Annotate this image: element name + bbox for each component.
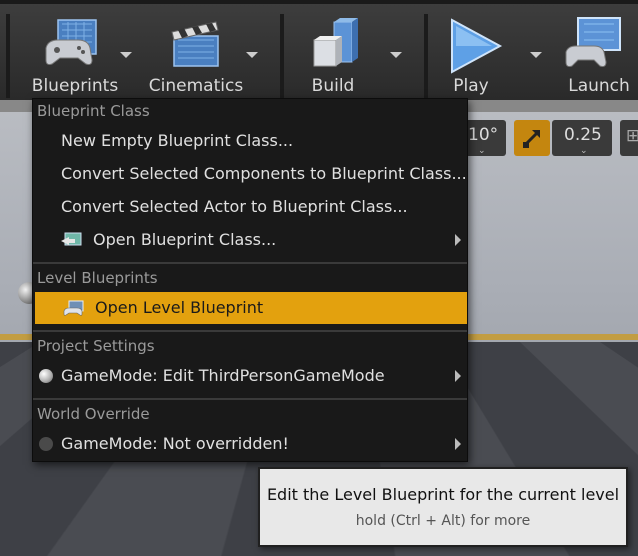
cinematics-button[interactable]: Cinematics bbox=[146, 4, 274, 102]
scale-arrow-icon bbox=[523, 130, 540, 148]
menu-item-label: Convert Selected Actor to Blueprint Clas… bbox=[61, 197, 408, 216]
menu-item-label: GameMode: Edit ThirdPersonGameMode bbox=[61, 366, 385, 385]
menu-item-label: GameMode: Not overridden! bbox=[61, 434, 289, 453]
level-blueprint-icon bbox=[63, 300, 84, 316]
build-button[interactable]: Build bbox=[290, 4, 420, 102]
section-header-blueprint-class: Blueprint Class bbox=[37, 102, 150, 120]
chevron-down-icon[interactable] bbox=[120, 52, 132, 58]
gamepad-blueprint-icon bbox=[45, 19, 97, 65]
menu-item-label: Open Blueprint Class... bbox=[93, 230, 277, 249]
open-blueprint-class-item[interactable]: Open Blueprint Class... bbox=[33, 224, 467, 256]
cinematics-label: Cinematics bbox=[148, 76, 244, 96]
scale-snap-control[interactable]: 0.25 ⌄ bbox=[552, 120, 612, 156]
tooltip-main-text: Edit the Level Blueprint for the current… bbox=[266, 485, 620, 504]
launch-button[interactable]: Launch bbox=[556, 4, 638, 102]
toolbar-separator bbox=[280, 14, 284, 98]
convert-components-to-blueprint-item[interactable]: Convert Selected Components to Blueprint… bbox=[33, 158, 467, 190]
open-level-blueprint-item[interactable]: Open Level Blueprint bbox=[35, 292, 467, 324]
tooltip-sub-text: hold (Ctrl + Alt) for more bbox=[355, 513, 531, 529]
gamemode-dot-icon bbox=[39, 437, 53, 451]
gamemode-sphere-icon bbox=[39, 369, 53, 383]
blueprints-button[interactable]: Blueprints bbox=[22, 4, 142, 102]
toolbar-separator bbox=[424, 14, 428, 98]
gamemode-edit-item[interactable]: GameMode: Edit ThirdPersonGameMode bbox=[33, 360, 467, 392]
rotation-snap-value: 10° bbox=[468, 125, 499, 145]
section-divider bbox=[33, 398, 467, 400]
main-toolbar: Blueprints Cinematics Build Play Launch bbox=[0, 0, 638, 100]
submenu-arrow-icon bbox=[455, 370, 461, 382]
blueprints-dropdown-menu: Blueprint Class New Empty Blueprint Clas… bbox=[32, 98, 468, 462]
menu-item-label: Convert Selected Components to Blueprint… bbox=[61, 164, 467, 183]
submenu-arrow-icon bbox=[455, 234, 461, 246]
build-label: Build bbox=[311, 76, 355, 96]
menu-item-label: New Empty Blueprint Class... bbox=[61, 131, 294, 150]
blueprints-label: Blueprints bbox=[31, 76, 119, 96]
chevron-down-icon[interactable] bbox=[246, 52, 258, 58]
scale-snap-value: 0.25 bbox=[564, 125, 602, 145]
chevron-down-icon[interactable] bbox=[530, 52, 542, 58]
chevron-down-icon: ⌄ bbox=[580, 146, 588, 156]
camera-speed-control[interactable]: ⊞ bbox=[620, 120, 638, 156]
section-header-level-blueprints: Level Blueprints bbox=[37, 269, 158, 287]
new-empty-blueprint-class-item[interactable]: New Empty Blueprint Class... bbox=[33, 125, 467, 157]
gamemode-override-item[interactable]: GameMode: Not overridden! bbox=[33, 428, 467, 460]
section-divider bbox=[33, 262, 467, 264]
convert-actor-to-blueprint-item[interactable]: Convert Selected Actor to Blueprint Clas… bbox=[33, 191, 467, 223]
build-blocks-icon bbox=[313, 18, 358, 67]
scale-snap-toggle[interactable] bbox=[514, 120, 550, 156]
submenu-arrow-icon bbox=[455, 438, 461, 450]
chevron-down-icon: ⌄ bbox=[478, 146, 486, 156]
clapperboard-icon bbox=[171, 21, 219, 67]
play-label: Play bbox=[453, 76, 489, 96]
play-button[interactable]: Play bbox=[432, 4, 552, 102]
section-divider bbox=[33, 330, 467, 332]
tooltip: Edit the Level Blueprint for the current… bbox=[258, 467, 628, 547]
blueprint-open-icon bbox=[61, 232, 82, 246]
menu-item-label: Open Level Blueprint bbox=[95, 298, 264, 317]
toolbar-separator bbox=[6, 14, 10, 98]
chevron-down-icon[interactable] bbox=[390, 52, 402, 58]
play-icon bbox=[451, 18, 503, 74]
launch-monitor-icon bbox=[565, 17, 621, 67]
launch-label: Launch bbox=[568, 76, 630, 96]
grid-icon: ⊞ bbox=[626, 126, 638, 146]
section-header-world-override: World Override bbox=[37, 405, 150, 423]
section-header-project-settings: Project Settings bbox=[37, 337, 155, 355]
